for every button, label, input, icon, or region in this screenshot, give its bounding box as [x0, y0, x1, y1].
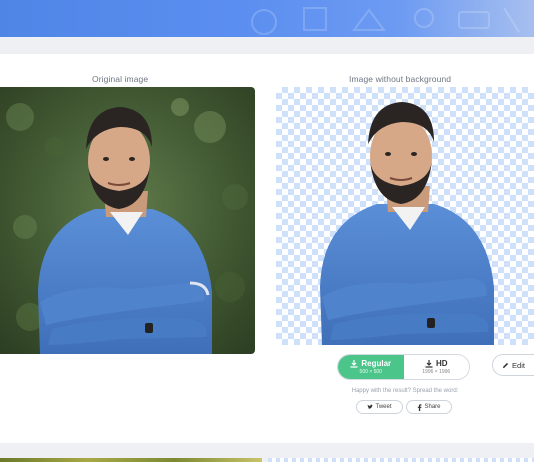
share-prompt: Happy with the result? Spread the word:: [351, 388, 459, 394]
page-gap: [0, 37, 534, 54]
download-options: Regular 500 × 500 HD 1996 × 1996: [337, 354, 470, 380]
banner-decoration-icon: [251, 7, 520, 35]
facebook-share-label: Share: [424, 404, 441, 410]
tweet-button[interactable]: Tweet: [356, 400, 403, 414]
edit-label: Edit: [512, 360, 525, 370]
download-regular-button[interactable]: Regular 500 × 500: [338, 355, 404, 379]
download-regular-size: 500 × 500: [359, 369, 382, 375]
facebook-share-button[interactable]: Share: [406, 400, 452, 414]
next-cutout-image-preview: [268, 458, 534, 462]
no-background-label: Image without background: [349, 74, 452, 84]
tweet-label: Tweet: [375, 404, 392, 410]
original-image: [0, 87, 255, 354]
result-card: Original image Image without background: [0, 54, 534, 443]
download-icon: [350, 359, 358, 368]
download-hd-label: HD: [435, 359, 448, 368]
facebook-icon: [418, 403, 422, 411]
download-icon: [425, 359, 433, 368]
edit-button[interactable]: Edit: [492, 354, 534, 376]
download-hd-button[interactable]: HD 1996 × 1996: [403, 355, 469, 379]
download-regular-label: Regular: [361, 359, 392, 368]
bottom-gap: [0, 443, 534, 458]
download-hd-size: 1996 × 1996: [422, 369, 451, 375]
no-background-image: [276, 87, 534, 345]
twitter-icon: [367, 404, 374, 409]
top-banner: [0, 0, 534, 37]
next-original-image-preview: [0, 458, 262, 462]
original-image-label: Original image: [92, 74, 149, 84]
pencil-icon: [503, 362, 509, 368]
